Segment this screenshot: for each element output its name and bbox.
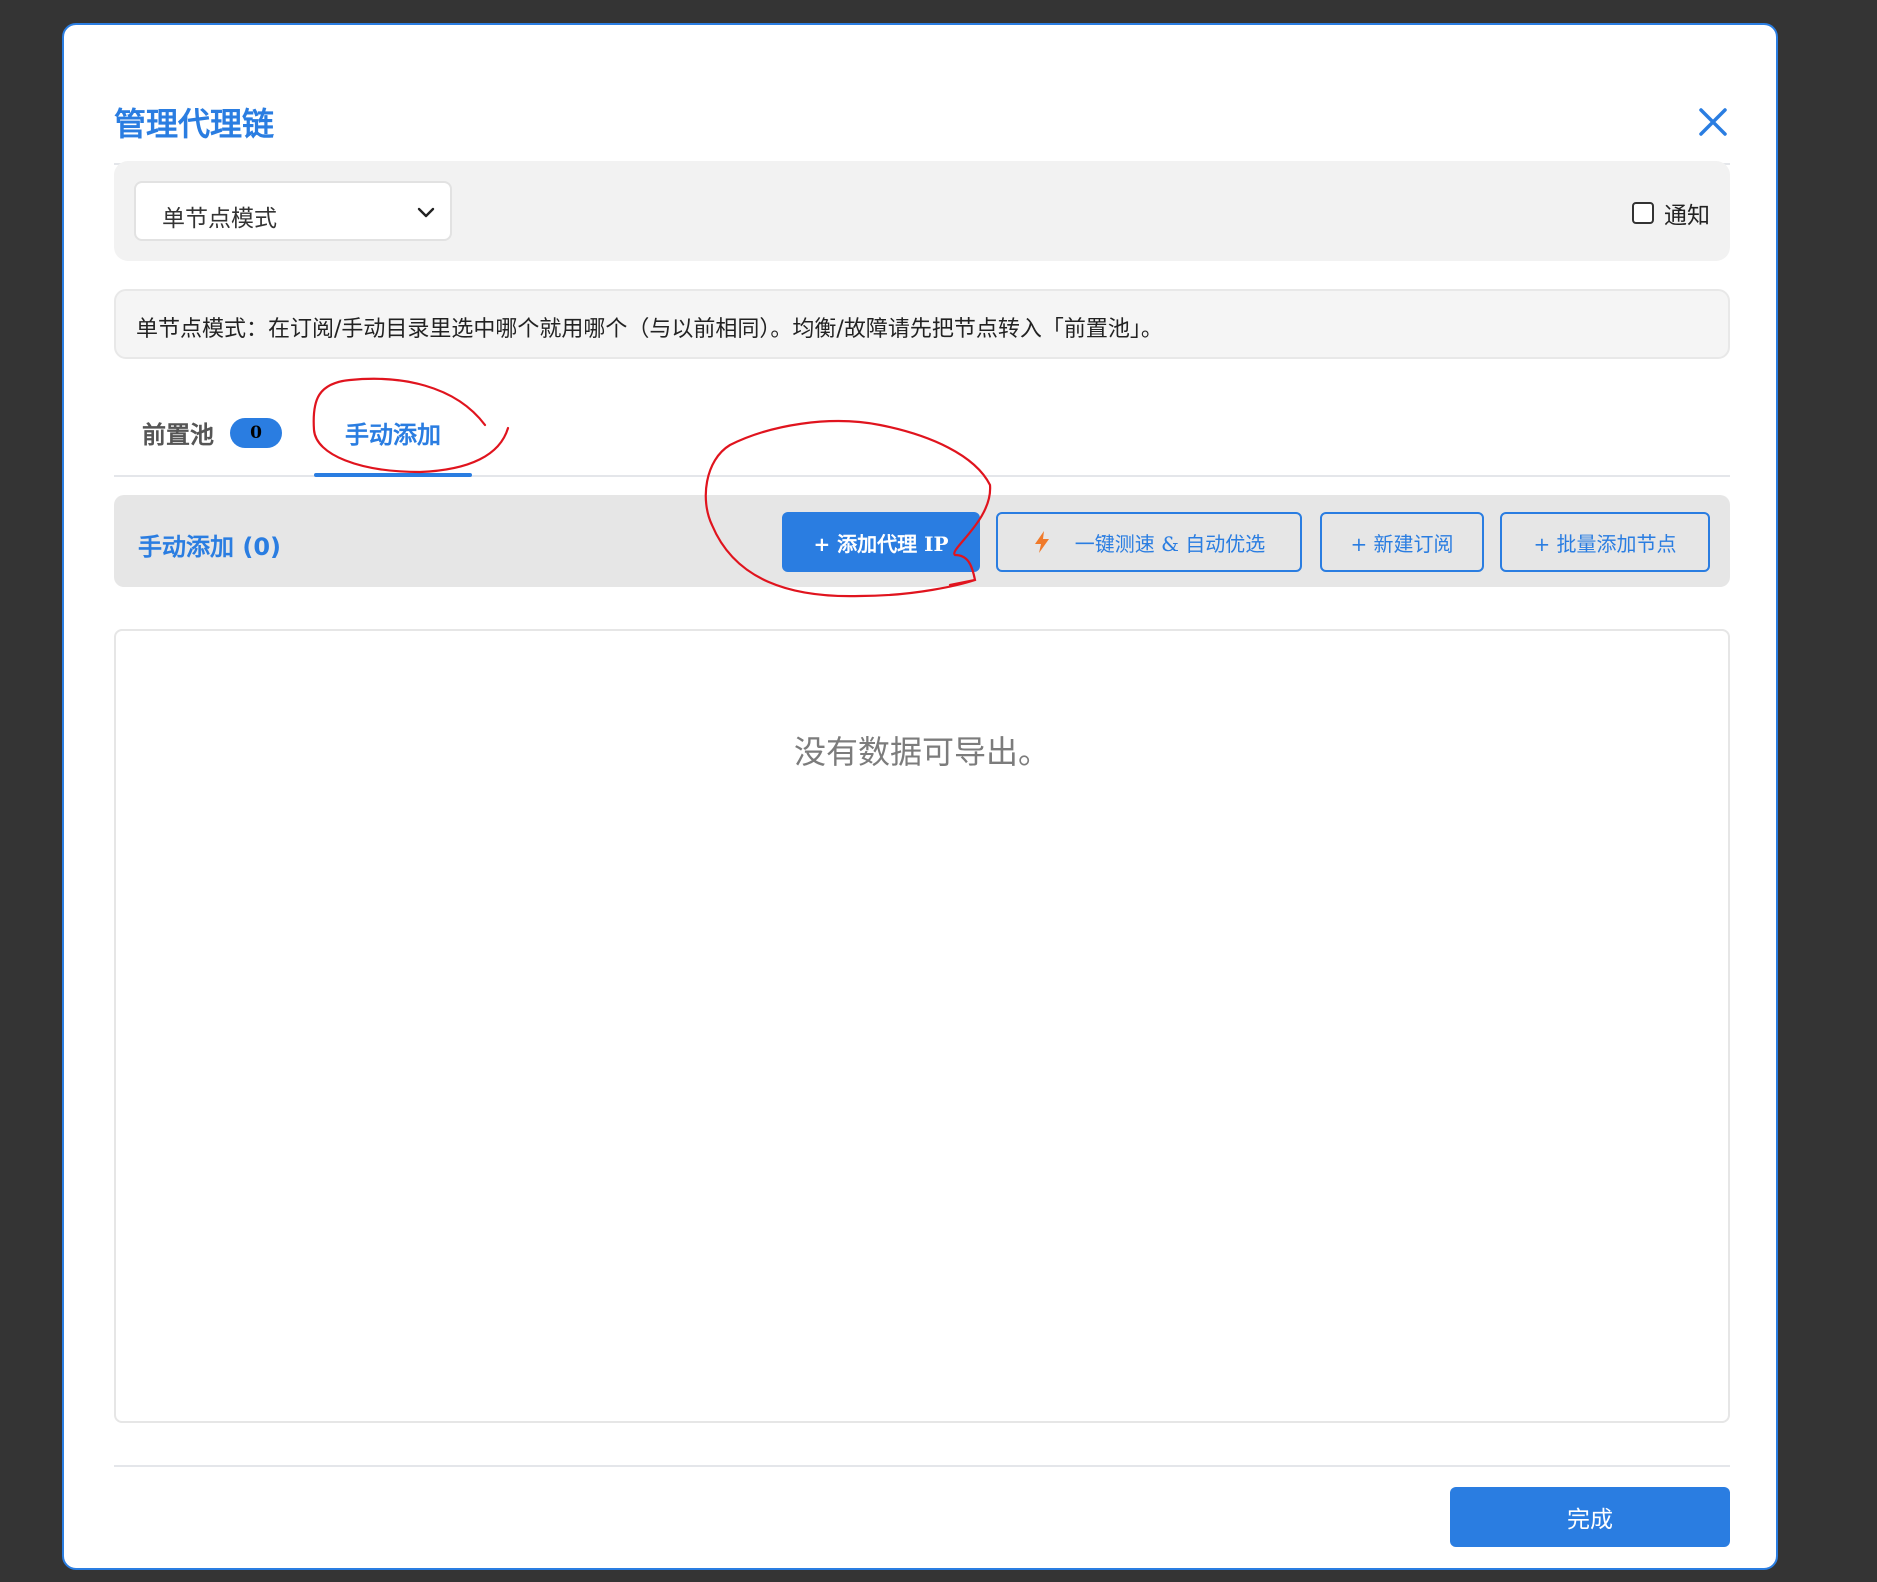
tab-manual-add[interactable]: 手动添加 (314, 415, 472, 450)
batch-add-nodes-button[interactable]: + 批量添加节点 (1500, 512, 1710, 572)
close-icon (1699, 108, 1727, 136)
done-button[interactable]: 完成 (1450, 1487, 1730, 1547)
mode-info-text: 单节点模式：在订阅/手动目录里选中哪个就用哪个（与以前相同）。均衡/故障请先把节… (136, 317, 1163, 342)
mode-select-value: 单节点模式 (162, 206, 277, 232)
chevron-down-icon (417, 207, 435, 218)
notify-toggle[interactable]: 通知 (1632, 198, 1710, 229)
tab-pool[interactable]: 前置池 0 (142, 415, 282, 450)
mode-select[interactable]: 单节点模式 (134, 181, 452, 241)
manage-proxy-chain-modal: 管理代理链 单节点模式 通知 单节点模式：在订阅/手动目录里选中哪个就用哪个（与… (62, 23, 1778, 1570)
manual-toolbar: 手动添加 (0) + 添加代理 IP 一键测速 & 自动优选 + 新建订阅 + … (114, 495, 1730, 587)
tab-manual-label: 手动添加 (345, 421, 441, 449)
tab-pool-label: 前置池 (142, 421, 214, 449)
lightning-icon (1034, 531, 1049, 553)
node-list-panel: 没有数据可导出。 (114, 629, 1730, 1423)
speed-test-label: 一键测速 & 自动优选 (1074, 531, 1266, 556)
new-subscription-button[interactable]: + 新建订阅 (1320, 512, 1484, 572)
footer-divider (114, 1465, 1730, 1467)
add-proxy-ip-button[interactable]: + 添加代理 IP (782, 512, 980, 572)
speed-test-button[interactable]: 一键测速 & 自动优选 (996, 512, 1302, 572)
tab-bar: 前置池 0 手动添加 (114, 385, 1730, 477)
notify-checkbox[interactable] (1632, 202, 1654, 224)
mode-info-box: 单节点模式：在订阅/手动目录里选中哪个就用哪个（与以前相同）。均衡/故障请先把节… (114, 289, 1730, 359)
modal-header: 管理代理链 (114, 75, 1730, 165)
notify-label: 通知 (1664, 203, 1710, 229)
mode-bar: 单节点模式 通知 (114, 161, 1730, 261)
empty-state-text: 没有数据可导出。 (793, 733, 1050, 771)
toolbar-title: 手动添加 (0) (138, 533, 281, 561)
pool-count-badge: 0 (230, 417, 282, 448)
modal-title: 管理代理链 (114, 105, 275, 143)
active-tab-indicator (314, 473, 472, 477)
close-button[interactable] (1696, 105, 1730, 139)
